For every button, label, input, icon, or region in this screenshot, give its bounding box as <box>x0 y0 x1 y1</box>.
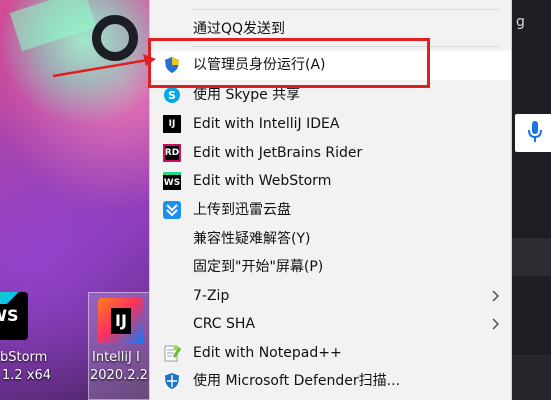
background-window-strip: g <box>512 0 551 400</box>
skype-icon: S <box>164 87 180 103</box>
menu-item-label: 兼容性疑难解答(Y) <box>193 231 311 247</box>
menu-item-label: 上传到迅雷云盘 <box>193 202 291 218</box>
intellij-app-icon: IJ <box>98 298 144 344</box>
notepadpp-icon <box>163 344 181 362</box>
desktop-icon-label: IntelliJ I <box>92 350 140 365</box>
menu-item-edit-intellij[interactable]: IJ Edit with IntelliJ IDEA <box>150 110 511 139</box>
menu-item-crc-sha[interactable]: CRC SHA <box>150 310 511 339</box>
arrow-annotation-icon <box>52 54 156 78</box>
menu-item-pin-to-start[interactable]: 固定到"开始"屏幕(P) <box>150 253 511 282</box>
menu-item-edit-notepadpp[interactable]: Edit with Notepad++ <box>150 339 511 368</box>
desktop-icon-label: 2020.2.2 <box>90 368 148 383</box>
desktop-icon-label: bStorm <box>0 350 48 365</box>
menu-item-edit-webstorm[interactable]: WS Edit with WebStorm <box>150 167 511 196</box>
menu-item-label: 使用 Microsoft Defender扫描... <box>193 373 401 389</box>
menu-item-label: CRC SHA <box>193 316 256 332</box>
thunder-cloud-icon <box>163 201 181 219</box>
highlight-annotation-box <box>148 38 430 88</box>
menu-item-label: 固定到"开始"屏幕(P) <box>193 259 324 275</box>
defender-icon <box>163 372 181 390</box>
menu-item-edit-rider[interactable]: RD Edit with JetBrains Rider <box>150 139 511 168</box>
menu-item-7zip[interactable]: 7-Zip <box>150 282 511 311</box>
webstorm-app-icon: WS <box>0 292 28 340</box>
menu-separator <box>192 9 499 10</box>
wallpaper-shape <box>9 0 97 52</box>
menu-item-upload-thunder[interactable]: 上传到迅雷云盘 <box>150 196 511 225</box>
menu-item-label: Edit with WebStorm <box>193 173 332 189</box>
webstorm-icon: WS <box>163 172 181 190</box>
microphone-icon[interactable] <box>528 121 542 143</box>
background-panel <box>512 355 551 400</box>
rider-icon: RD <box>163 144 181 162</box>
menu-item-label: Edit with Notepad++ <box>193 345 342 361</box>
menu-item-label: 7-Zip <box>193 288 230 304</box>
chevron-right-icon <box>492 318 499 330</box>
menu-item-label: Edit with JetBrains Rider <box>193 145 363 161</box>
background-panel <box>512 238 551 276</box>
chevron-right-icon <box>492 290 499 302</box>
background-text: g <box>516 14 525 30</box>
menu-item-label: Edit with IntelliJ IDEA <box>193 116 340 132</box>
menu-item-defender-scan[interactable]: 使用 Microsoft Defender扫描... <box>150 367 511 396</box>
menu-item-compat-troubleshoot[interactable]: 兼容性疑难解答(Y) <box>150 225 511 254</box>
intellij-icon: IJ <box>163 115 181 133</box>
desktop-icon-label: 1.2 x64 <box>2 368 52 383</box>
